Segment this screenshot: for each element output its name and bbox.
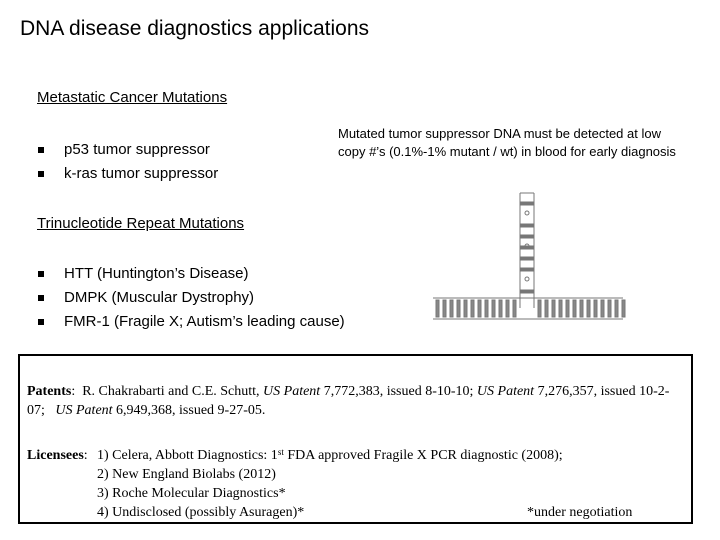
loop-base xyxy=(524,276,530,282)
duplex-base-pair xyxy=(505,299,510,318)
duplex-base-pair xyxy=(600,299,605,318)
base-pair-rung xyxy=(519,223,535,228)
patents-paragraph: Patents: R. Chakrabarti and C.E. Schutt,… xyxy=(27,384,670,418)
list-item: HTT (Huntington’s Disease) xyxy=(38,262,418,286)
licensee-line: 3) Roche Molecular Diagnostics* xyxy=(27,484,687,503)
patent-number: 6,949,368 xyxy=(116,403,173,418)
licensee-item: 1) Celera, Abbott Diagnostics: 1st FDA a… xyxy=(97,447,563,464)
duplex-base-pair xyxy=(537,299,542,318)
bullet-square-icon xyxy=(38,271,44,277)
duplex-base-pair xyxy=(572,299,577,318)
duplex-base-pair xyxy=(579,299,584,318)
duplex-base-pair xyxy=(491,299,496,318)
duplex-base-pair xyxy=(477,299,482,318)
licensee-item: 2) New England Biolabs (2012) xyxy=(97,467,276,482)
patent-issued: issued 9-27-05. xyxy=(179,403,266,418)
list-item-text: HTT (Huntington’s Disease) xyxy=(64,265,249,282)
patent-prefix: US Patent xyxy=(263,384,321,399)
duplex-base-pair xyxy=(463,299,468,318)
list-item-text: FMR-1 (Fragile X; Autism’s leading cause… xyxy=(64,313,345,330)
patent-number: 7,772,383 xyxy=(323,384,380,399)
licensees-label: Licensees xyxy=(27,448,84,463)
list-item: FMR-1 (Fragile X; Autism’s leading cause… xyxy=(38,310,418,334)
duplex-base-pair xyxy=(498,299,503,318)
list-item: p53 tumor suppressor xyxy=(38,138,318,162)
list-item: DMPK (Muscular Dystrophy) xyxy=(38,286,418,310)
slide-title: DNA disease diagnostics applications xyxy=(20,17,370,40)
licensees-paragraph: Licensees: 1) Celera, Abbott Diagnostics… xyxy=(27,446,687,522)
patents-licensees-box: Patents: R. Chakrabarti and C.E. Schutt,… xyxy=(18,354,693,524)
repeat-mutations-list: HTT (Huntington’s Disease) DMPK (Muscula… xyxy=(38,262,418,334)
duplex-base-pair xyxy=(442,299,447,318)
duplex-base-pair xyxy=(470,299,475,318)
cancer-mutations-heading: Metastatic Cancer Mutations xyxy=(37,89,228,106)
list-item: k-ras tumor suppressor xyxy=(38,162,318,186)
duplex-base-pair xyxy=(621,299,626,318)
licensee-line: 2) New England Biolabs (2012) xyxy=(27,465,687,484)
patent-authors: R. Chakrabarti and C.E. Schutt, xyxy=(82,384,260,399)
duplex-base-pair xyxy=(484,299,489,318)
duplex-base-pair xyxy=(593,299,598,318)
patent-number: 7,276,357 xyxy=(537,384,594,399)
duplex-base-pair xyxy=(512,299,517,318)
licensee-line: 4) Undisclosed (possibly Asuragen)* *und… xyxy=(27,503,687,522)
list-item-text: DMPK (Muscular Dystrophy) xyxy=(64,289,255,306)
duplex-base-pair xyxy=(551,299,556,318)
dna-hairpin-structure-icon xyxy=(433,192,626,320)
base-pair-rung xyxy=(519,256,535,261)
base-pair-rung xyxy=(519,289,535,294)
base-pair-rung xyxy=(519,201,535,206)
patent-issued: issued 8-10-10; xyxy=(386,384,474,399)
bullet-square-icon xyxy=(38,147,44,153)
duplex-base-pair xyxy=(435,299,440,318)
base-pair-rung xyxy=(519,234,535,239)
duplex-base-pair xyxy=(544,299,549,318)
duplex-base-pair xyxy=(449,299,454,318)
licensee-item: 3) Roche Molecular Diagnostics* xyxy=(97,486,286,501)
base-pair-rung xyxy=(519,267,535,272)
duplex-base-pair xyxy=(456,299,461,318)
patent-prefix: US Patent xyxy=(476,384,535,399)
licensee-item: 4) Undisclosed (possibly Asuragen)* xyxy=(97,505,305,520)
bullet-square-icon xyxy=(38,319,44,325)
patent-prefix: US Patent xyxy=(55,403,113,418)
loop-base xyxy=(524,210,530,216)
cancer-mutations-list: p53 tumor suppressor k-ras tumor suppres… xyxy=(38,138,318,186)
licensee-line: Licensees: 1) Celera, Abbott Diagnostics… xyxy=(27,447,563,464)
footnote: *under negotiation xyxy=(527,505,633,520)
list-item-text: p53 tumor suppressor xyxy=(64,141,210,158)
bullet-square-icon xyxy=(38,171,44,177)
duplex-base-pair xyxy=(565,299,570,318)
detection-note: Mutated tumor suppressor DNA must be det… xyxy=(338,126,676,159)
repeat-mutations-heading: Trinucleotide Repeat Mutations xyxy=(37,215,245,232)
list-item-text: k-ras tumor suppressor xyxy=(64,165,219,182)
patents-label: Patents xyxy=(27,384,72,399)
duplex-base-pair xyxy=(614,299,619,318)
duplex-base-pair xyxy=(558,299,563,318)
duplex-base-pair xyxy=(607,299,612,318)
duplex-base-pair xyxy=(586,299,591,318)
bullet-square-icon xyxy=(38,295,44,301)
